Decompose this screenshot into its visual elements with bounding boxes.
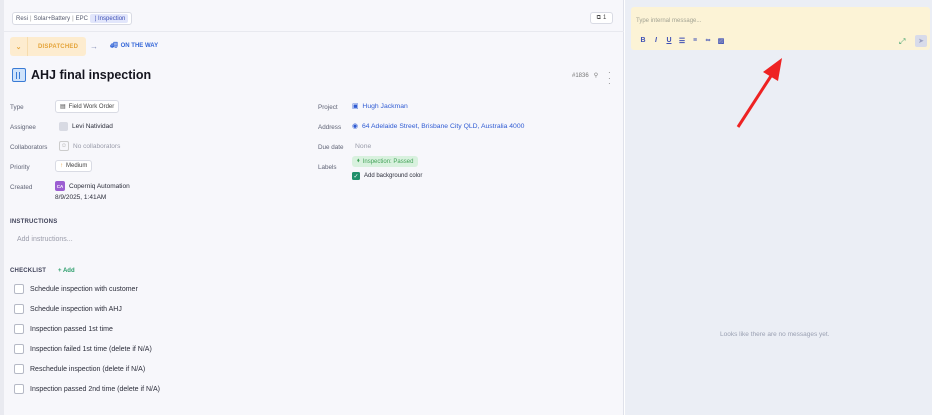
- annotation-arrow: [736, 58, 782, 128]
- annotation-arrow-head: [763, 58, 782, 81]
- annotation-arrow-shaft: [736, 75, 773, 128]
